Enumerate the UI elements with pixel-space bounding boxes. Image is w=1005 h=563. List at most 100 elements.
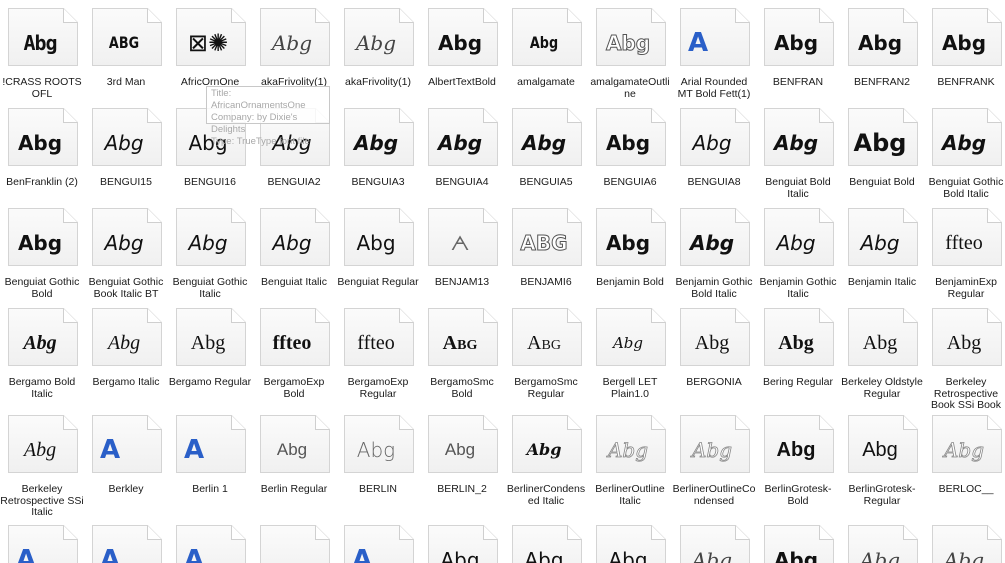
tooltip-company: Company: by Dixie's Delights [211, 112, 298, 135]
font-sample-preview: Abg [437, 131, 483, 155]
font-file-name: Berkley [108, 483, 144, 495]
font-file-icon: Abg [680, 308, 750, 366]
font-file-name: 3rd Man [106, 76, 146, 88]
font-file-icon: Abg [596, 308, 666, 366]
font-tooltip: Title: AfricanOrnamentsOne Company: by D… [206, 86, 330, 147]
font-file-icon: ffteo [344, 308, 414, 366]
font-file-icon: Abg [680, 415, 750, 473]
font-sample-preview: Abg [692, 131, 732, 155]
font-grid: Abg !CRASS ROOTS OFL ABG 3rd Man ⊠✺ AfricOrnO… [0, 0, 1005, 563]
font-file-icon: Abg [596, 8, 666, 66]
font-sample-preview: Abg [23, 332, 57, 354]
font-file-icon: Abg [512, 8, 582, 66]
font-sample-preview: A [100, 435, 121, 465]
font-file-icon: Abg [260, 415, 330, 473]
font-file-name: Benguiat Gothic Bold Italic [928, 176, 1004, 200]
font-file-name: akaFrivolity(1) [345, 76, 411, 88]
font-file-name: Benjamin Italic [847, 276, 917, 288]
font-file-icon: Abg [92, 308, 162, 366]
font-file-icon: Abg [680, 108, 750, 166]
font-sample-preview: Abg [104, 131, 144, 155]
font-file-name: Bergamo Regular [168, 376, 252, 388]
font-file-icon: Abg [764, 308, 834, 366]
font-file-icon: Abg [428, 415, 498, 473]
font-file-name: BergamoSmc Bold [430, 376, 494, 400]
font-file-icon: Abg [680, 525, 750, 563]
font-sample-preview: Abg [605, 31, 651, 56]
font-file-icon: Abg [176, 308, 246, 366]
font-file-icon: Abg [848, 8, 918, 66]
font-file-name: BENGUIA2 [267, 176, 321, 188]
font-file-name: BergamoExp Regular [347, 376, 409, 400]
font-sample-preview: ffteo [272, 332, 312, 354]
font-sample-preview: Abg [691, 548, 733, 563]
font-file-name: BENJAM13 [434, 276, 490, 288]
font-file-name: BerlinerOutline Italic [595, 483, 665, 507]
font-file-name: Bering Regular [762, 376, 834, 388]
font-file-icon: Abg [8, 8, 78, 66]
font-file-icon [260, 525, 330, 563]
font-file-icon: Abg [848, 108, 918, 166]
font-file-name: amalgamate [517, 76, 575, 88]
font-sample-preview: Abg [605, 231, 651, 255]
font-file-name: BENGUIA6 [603, 176, 657, 188]
font-file-name: Berlin 1 [192, 483, 228, 495]
font-sample-preview: Abg [272, 231, 312, 255]
font-file-name: BERLOC__ [938, 483, 994, 495]
font-sample-preview: Abg [355, 31, 397, 55]
font-file-name: Benguiat Regular [337, 276, 419, 288]
font-file-icon: Abg [428, 108, 498, 166]
font-file-name: BenFranklin (2) [6, 176, 78, 188]
font-sample-preview: Abg [23, 31, 57, 55]
font-file-name: Bergamo Italic [92, 376, 160, 388]
font-file-icon: Abg [932, 108, 1002, 166]
font-file-icon: Abg [932, 308, 1002, 366]
font-sample-preview: Abg [17, 231, 63, 255]
font-file-icon: Abg [92, 108, 162, 166]
font-file-icon: Abg [596, 208, 666, 266]
font-file-icon: Abg [428, 525, 498, 563]
font-file-name: BENGUIA4 [435, 176, 489, 188]
font-sample-preview: Abg [529, 33, 559, 52]
font-file-icon: Abg [848, 208, 918, 266]
font-sample-preview: Abg [442, 332, 478, 354]
font-sample-preview: Abg [17, 131, 63, 155]
font-file-icon: Abg [512, 525, 582, 563]
font-file-name: BENFRAN [772, 76, 824, 88]
font-sample-preview: A [352, 545, 373, 563]
font-sample-preview: ⊠✺ [187, 29, 229, 57]
font-file-name: Benjamin Gothic Bold Italic [675, 276, 753, 300]
font-file-icon: Abg [260, 208, 330, 266]
font-file-name: Benjamin Bold [596, 276, 664, 288]
font-sample-preview: ᗅ [450, 231, 470, 255]
font-file-icon: Abg [932, 8, 1002, 66]
font-file-name: BergamoSmc Regular [514, 376, 578, 400]
font-sample-preview: Abg [607, 438, 649, 463]
font-sample-preview: ABG [108, 33, 140, 52]
font-sample-preview: Abg [773, 131, 819, 155]
font-file-icon: Abg [764, 208, 834, 266]
font-sample-preview: Abg [946, 332, 982, 354]
font-sample-preview: Abg [773, 31, 819, 55]
font-sample-preview: ABG [520, 231, 568, 256]
font-file-name: BENGUI15 [100, 176, 152, 188]
font-file-icon: Abg [344, 415, 414, 473]
font-sample-preview: Abg [440, 548, 480, 563]
font-file-name: BENGUIA5 [519, 176, 573, 188]
font-file-icon: Abg [176, 208, 246, 266]
font-sample-preview: A [184, 545, 205, 563]
font-file-name: Bergamo Bold Italic [8, 376, 76, 400]
font-file-name: BERLIN_2 [437, 483, 487, 495]
font-file-icon: Abg [596, 108, 666, 166]
font-sample-preview: Abg [860, 231, 900, 255]
font-file-icon: A [92, 415, 162, 473]
font-sample-preview: Abg [527, 332, 561, 354]
font-sample-preview: Abg [526, 440, 562, 459]
font-sample-preview: Abg [188, 231, 228, 255]
font-file-name: BENFRANK [937, 76, 995, 88]
font-sample-preview: Abg [941, 131, 987, 155]
font-sample-preview: Abg [862, 332, 898, 354]
font-file-icon: Abg [848, 308, 918, 366]
font-sample-preview: Abg [943, 438, 985, 463]
font-sample-preview: Abg [276, 440, 308, 459]
